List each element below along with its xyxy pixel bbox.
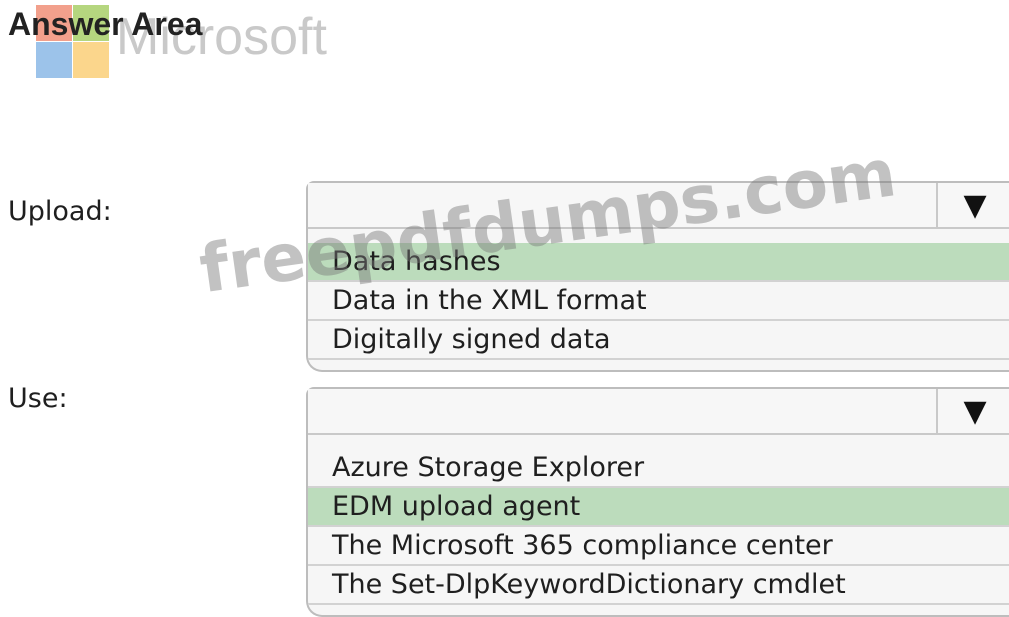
- logo-square-blue: [36, 42, 72, 78]
- use-dropdown[interactable]: ▼ Azure Storage Explorer EDM upload agen…: [306, 387, 1009, 617]
- upload-dropdown[interactable]: ▼ Data hashes Data in the XML format Dig…: [306, 181, 1009, 372]
- page-title: Answer Area: [8, 6, 203, 42]
- use-option-azure-storage-explorer[interactable]: Azure Storage Explorer: [308, 449, 1009, 488]
- use-option-set-dlpkeyworddictionary[interactable]: The Set-DlpKeywordDictionary cmdlet: [308, 566, 1009, 605]
- use-option-edm-upload-agent[interactable]: EDM upload agent: [308, 488, 1009, 527]
- upload-option-digitally-signed[interactable]: Digitally signed data: [308, 321, 1009, 360]
- logo-square-yellow: [73, 42, 109, 78]
- upload-option-xml-format[interactable]: Data in the XML format: [308, 282, 1009, 321]
- dropdown-arrow-icon[interactable]: ▼: [936, 183, 1009, 227]
- dropdown-arrow-icon[interactable]: ▼: [936, 389, 1009, 433]
- use-label: Use:: [8, 383, 68, 414]
- upload-dropdown-field[interactable]: ▼: [308, 183, 1009, 229]
- upload-option-data-hashes[interactable]: Data hashes: [308, 243, 1009, 282]
- use-option-m365-compliance-center[interactable]: The Microsoft 365 compliance center: [308, 527, 1009, 566]
- upload-label: Upload:: [8, 196, 112, 227]
- use-dropdown-field[interactable]: ▼: [308, 389, 1009, 435]
